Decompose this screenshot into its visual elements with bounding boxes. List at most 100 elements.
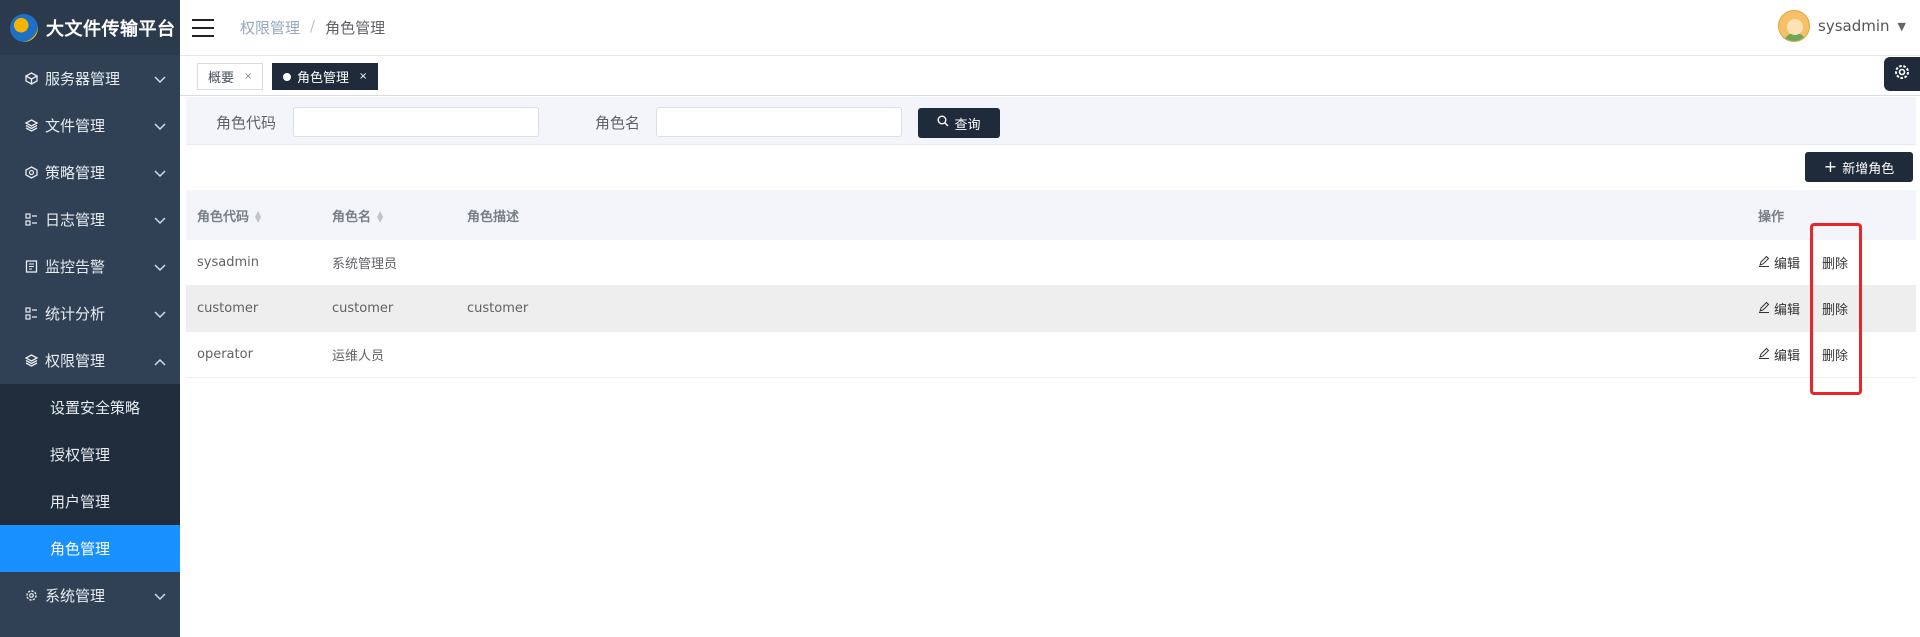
sidebar-item-users[interactable]: 用户管理 <box>0 478 180 525</box>
sidebar-item-strategy[interactable]: 策略管理 <box>0 149 180 196</box>
table-row: customer customer customer 编辑 删除 <box>186 286 1916 332</box>
highlight-annotation-box <box>1810 223 1862 395</box>
cell-role-code: sysadmin <box>197 255 259 270</box>
chevron-down-icon <box>154 70 166 88</box>
chevron-down-icon <box>154 305 166 323</box>
logo-icon <box>10 13 38 42</box>
table-row: sysadmin 系统管理员 编辑 删除 <box>186 240 1916 286</box>
chevron-down-icon <box>154 258 166 276</box>
sidebar-item-server[interactable]: 服务器管理 <box>0 55 180 102</box>
username[interactable]: sysadmin <box>1818 17 1890 35</box>
role-code-input[interactable] <box>293 107 539 137</box>
sidebar-item-roles[interactable]: 角色管理 <box>0 525 180 572</box>
close-icon[interactable]: × <box>359 71 367 82</box>
column-header-actions: 操作 <box>1758 209 1785 225</box>
sidebar-item-label: 权限管理 <box>45 352 106 370</box>
cell-role-code: operator <box>197 347 253 362</box>
plus-icon: + <box>1823 157 1838 176</box>
edit-icon <box>1758 347 1770 363</box>
cell-role-name: 运维人员 <box>332 349 385 364</box>
add-role-button-label: 新增角色 <box>1842 161 1895 177</box>
tab-overview[interactable]: 概要 × <box>197 63 264 90</box>
edit-button[interactable]: 编辑 <box>1758 253 1800 272</box>
edit-label: 编辑 <box>1774 349 1801 364</box>
sidebar-item-security-policy[interactable]: 设置安全策略 <box>0 384 180 431</box>
layers-icon <box>24 119 38 133</box>
cell-role-name: customer <box>332 301 394 316</box>
chevron-down-icon <box>154 587 166 605</box>
sidebar-item-label: 系统管理 <box>45 587 106 605</box>
sidebar: 大文件传输平台 服务器管理 文件管理 策略管理 日志管理 监控告警 统计分析 权… <box>0 0 180 637</box>
edit-icon <box>1758 301 1770 317</box>
strategy-icon <box>24 166 38 180</box>
chevron-down-icon <box>154 117 166 135</box>
add-role-button[interactable]: + 新增角色 <box>1805 152 1913 182</box>
chevron-up-icon <box>154 352 166 370</box>
gear-icon <box>1893 63 1911 85</box>
query-button-label: 查询 <box>954 117 981 133</box>
sidebar-item-label: 日志管理 <box>45 211 106 229</box>
column-header-role-name[interactable]: 角色名 ▲ ▼ <box>332 206 383 225</box>
caret-down-icon[interactable]: ▼ <box>1898 20 1906 33</box>
breadcrumb-item[interactable]: 权限管理 <box>240 17 300 38</box>
sidebar-item-authorization[interactable]: 授权管理 <box>0 431 180 478</box>
sidebar-item-logs[interactable]: 日志管理 <box>0 196 180 243</box>
logo: 大文件传输平台 <box>0 0 180 55</box>
breadcrumb-current: 角色管理 <box>325 19 386 37</box>
edit-button[interactable]: 编辑 <box>1758 345 1800 364</box>
tab-role-management[interactable]: 角色管理 × <box>272 63 379 90</box>
log-icon <box>24 213 38 227</box>
settings-button[interactable] <box>1884 57 1920 91</box>
search-form: 角色代码 角色名 查询 <box>186 97 1916 145</box>
column-title: 角色代码 <box>197 209 250 225</box>
edit-label: 编辑 <box>1774 257 1801 272</box>
column-header-role-code[interactable]: 角色代码 ▲ ▼ <box>197 206 261 225</box>
sidebar-item-files[interactable]: 文件管理 <box>0 102 180 149</box>
sidebar-item-system[interactable]: 系统管理 <box>0 572 180 619</box>
sidebar-item-label: 服务器管理 <box>45 70 121 88</box>
sidebar-item-permissions[interactable]: 权限管理 <box>0 337 180 384</box>
gear-icon <box>24 589 38 603</box>
chart-icon <box>24 307 38 321</box>
top-header: 权限管理 / 角色管理 sysadmin ▼ <box>180 0 1920 56</box>
breadcrumb: 权限管理 / 角色管理 <box>240 17 385 38</box>
table-row: operator 运维人员 编辑 删除 <box>186 332 1916 378</box>
sidebar-item-stats[interactable]: 统计分析 <box>0 290 180 337</box>
layers-icon <box>24 354 38 368</box>
cell-role-name: 系统管理员 <box>332 257 398 272</box>
chevron-down-icon <box>154 211 166 229</box>
close-icon[interactable]: × <box>244 71 252 82</box>
app-title: 大文件传输平台 <box>46 18 176 40</box>
sidebar-item-monitor[interactable]: 监控告警 <box>0 243 180 290</box>
sidebar-item-label: 统计分析 <box>45 305 106 323</box>
hamburger-menu-icon[interactable] <box>192 18 214 37</box>
cell-role-desc: customer <box>467 301 529 316</box>
user-menu[interactable]: sysadmin ▼ <box>1778 10 1906 42</box>
edit-label: 编辑 <box>1774 303 1801 318</box>
tags-view: 概要 × 角色管理 × <box>180 56 1920 96</box>
edit-button[interactable]: 编辑 <box>1758 299 1800 318</box>
roles-table: 角色代码 ▲ ▼ 角色名 ▲ ▼ 角色描述 操作 sysadmin 系统管理员 编辑 删… <box>186 190 1916 378</box>
sidebar-item-label: 文件管理 <box>45 117 106 135</box>
sidebar-item-label: 策略管理 <box>45 164 106 182</box>
server-icon <box>24 72 38 86</box>
permissions-submenu: 设置安全策略 授权管理 用户管理 角色管理 <box>0 384 180 572</box>
active-dot-icon <box>283 72 291 81</box>
tab-label: 角色管理 <box>297 71 350 86</box>
column-title: 角色名 <box>332 209 372 225</box>
role-code-label: 角色代码 <box>216 114 277 132</box>
cell-role-code: customer <box>197 301 259 316</box>
column-header-role-desc: 角色描述 <box>467 209 520 225</box>
chevron-down-icon <box>154 164 166 182</box>
edit-icon <box>1758 255 1770 271</box>
sort-icon[interactable]: ▲ ▼ <box>377 210 383 224</box>
query-button[interactable]: 查询 <box>918 108 1000 138</box>
sidebar-item-label: 监控告警 <box>45 258 106 276</box>
breadcrumb-separator: / <box>310 17 316 35</box>
role-name-input[interactable] <box>656 107 902 137</box>
sort-icon[interactable]: ▲ ▼ <box>255 210 261 224</box>
table-header: 角色代码 ▲ ▼ 角色名 ▲ ▼ 角色描述 操作 <box>186 190 1916 240</box>
search-icon <box>937 115 949 131</box>
role-name-label: 角色名 <box>595 114 641 132</box>
avatar[interactable] <box>1778 10 1811 42</box>
